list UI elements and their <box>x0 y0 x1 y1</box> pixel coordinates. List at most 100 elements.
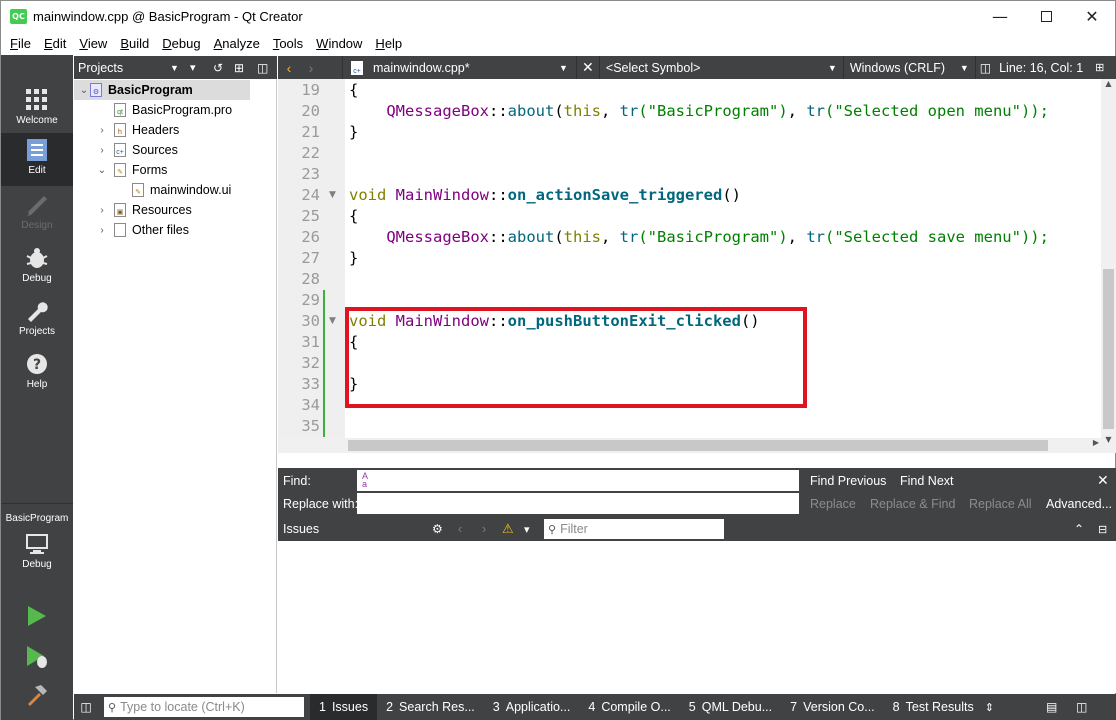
close-find-icon[interactable]: ✕ <box>1097 472 1109 489</box>
mode-welcome[interactable]: Welcome <box>1 83 73 136</box>
menu-analyze[interactable]: Analyze <box>208 36 267 51</box>
expanded-arrow-icon[interactable]: ⌄ <box>78 85 90 96</box>
forward-arrow-icon[interactable]: › <box>300 60 322 76</box>
menu-file[interactable]: File <box>4 36 38 51</box>
scroll-down-icon[interactable]: ▼ <box>1101 435 1116 447</box>
output-tab-version-control[interactable]: 7 Version Co... <box>781 694 884 720</box>
line-number: 27 <box>301 249 320 267</box>
link-icon[interactable]: ↺ <box>213 61 223 75</box>
chevron-down-icon[interactable]: ▼ <box>559 63 568 73</box>
tree-item-root[interactable]: ⌄ ⚙ BasicProgram <box>78 80 193 100</box>
maximize-button[interactable] <box>1023 1 1069 32</box>
mode-debug[interactable]: Debug <box>1 241 73 294</box>
mode-design[interactable]: Design <box>1 188 73 241</box>
case-sensitive-icon[interactable]: Aa <box>362 472 368 489</box>
horizontal-scroll-thumb[interactable] <box>348 440 1048 451</box>
tree-item-forms[interactable]: ⌄ ✎ Forms <box>96 160 167 180</box>
output-tab-issues[interactable]: 1 Issues <box>310 694 378 720</box>
menu-window[interactable]: Window <box>310 36 369 51</box>
run-button[interactable] <box>1 599 73 639</box>
split-icon[interactable]: ⊞ <box>1095 61 1104 74</box>
minimize-button[interactable]: — <box>977 1 1023 32</box>
close-pane-icon[interactable]: ◫ <box>257 61 268 75</box>
chevron-down-icon[interactable]: ▼ <box>170 63 179 73</box>
fold-marker-icon[interactable]: ▼ <box>329 185 336 206</box>
menu-edit[interactable]: Edit <box>38 36 73 51</box>
output-tab-qml-debugger[interactable]: 5 QML Debu... <box>680 694 781 720</box>
tree-item-resources[interactable]: › ▣ Resources <box>96 200 192 220</box>
tree-item-pro-file[interactable]: qt BasicProgram.pro <box>114 100 232 120</box>
warning-icon[interactable]: ⚠ <box>502 521 514 537</box>
next-item-icon[interactable]: › <box>482 522 486 536</box>
tree-item-sources-label: Sources <box>132 143 178 157</box>
close-pane-icon[interactable]: ⊟ <box>1098 523 1107 536</box>
debug-run-button[interactable] <box>1 639 73 679</box>
symbol-selector[interactable]: <Select Symbol> <box>606 61 828 75</box>
previous-item-icon[interactable]: ‹ <box>458 522 462 536</box>
code-editor[interactable]: 19 20 21 22 23 24 25 26 27 28 29 30 31 3… <box>278 79 1116 453</box>
vertical-scrollbar[interactable]: ▲ ▼ <box>1101 79 1116 453</box>
replace-and-find-button[interactable]: Replace & Find <box>870 497 955 511</box>
locator-input[interactable]: ⚲ Type to locate (Ctrl+K) <box>104 697 304 717</box>
build-button[interactable] <box>1 677 73 717</box>
find-input[interactable]: Aa <box>357 470 799 491</box>
chevron-down-icon[interactable]: ▼ <box>960 63 969 73</box>
collapsed-arrow-icon[interactable]: › <box>96 145 108 156</box>
menu-help[interactable]: Help <box>369 36 409 51</box>
split-editor-icon[interactable]: ◫ <box>980 61 991 75</box>
close-document-icon[interactable]: ✕ <box>577 59 599 76</box>
replace-input[interactable] <box>357 493 799 514</box>
issues-filter-input[interactable]: ⚲ Filter <box>544 519 724 539</box>
cursor-position[interactable]: Line: 16, Col: 1 <box>999 61 1095 75</box>
vertical-scroll-thumb[interactable] <box>1103 269 1114 429</box>
back-arrow-icon[interactable]: ‹ <box>278 60 300 76</box>
scroll-up-icon[interactable]: ▲ <box>1101 79 1116 91</box>
kit-selector[interactable]: Debug <box>1 527 73 580</box>
mode-help[interactable]: ? Help <box>1 347 73 400</box>
advanced-find-button[interactable]: Advanced... <box>1046 497 1112 511</box>
code-line: QMessageBox::about(this, tr("BasicProgra… <box>386 102 1049 120</box>
tree-item-headers[interactable]: › h Headers <box>96 120 179 140</box>
filter-icon[interactable]: ▾ <box>190 61 196 74</box>
projects-view-selector[interactable]: Projects <box>78 61 123 75</box>
maximize-pane-icon[interactable]: ⌃ <box>1074 522 1084 536</box>
toggle-right-sidebar-icon[interactable]: ◫ <box>1076 700 1087 714</box>
run-icon <box>28 606 46 626</box>
filter-icon[interactable]: ▾ <box>524 523 530 536</box>
fold-marker-icon[interactable]: ▼ <box>329 311 336 332</box>
pro-file-icon: qt <box>114 103 126 117</box>
toggle-sidebar-icon[interactable]: ◫ <box>74 700 98 714</box>
tree-item-sources[interactable]: › c+ Sources <box>96 140 178 160</box>
menu-debug[interactable]: Debug <box>156 36 207 51</box>
menu-view[interactable]: View <box>73 36 114 51</box>
output-tab-application-output[interactable]: 3 Applicatio... <box>484 694 580 720</box>
tree-item-other-files[interactable]: › Other files <box>96 220 189 240</box>
menu-tools[interactable]: Tools <box>267 36 310 51</box>
collapsed-arrow-icon[interactable]: › <box>96 225 108 236</box>
find-previous-button[interactable]: Find Previous <box>810 474 886 488</box>
replace-button[interactable]: Replace <box>810 497 856 511</box>
expanded-arrow-icon[interactable]: ⌄ <box>96 165 108 176</box>
mode-projects[interactable]: Projects <box>1 294 73 347</box>
output-tab-test-results[interactable]: 8 Test Results <box>884 694 983 720</box>
close-window-button[interactable]: ✕ <box>1069 1 1115 32</box>
tree-item-ui-file[interactable]: ✎ mainwindow.ui <box>132 180 231 200</box>
split-icon[interactable]: ⊞ <box>234 61 244 75</box>
output-tab-compile-output[interactable]: 4 Compile O... <box>579 694 679 720</box>
line-endings-selector[interactable]: Windows (CRLF) <box>850 61 960 75</box>
more-tabs-icon[interactable]: ⇕ <box>985 701 994 714</box>
replace-all-button[interactable]: Replace All <box>969 497 1032 511</box>
chevron-down-icon[interactable]: ▼ <box>828 63 837 73</box>
collapsed-arrow-icon[interactable]: › <box>96 125 108 136</box>
clean-icon[interactable]: ⚙ <box>432 522 443 536</box>
mode-edit[interactable]: Edit <box>1 133 73 186</box>
horizontal-scrollbar[interactable]: ▶ <box>278 438 1101 453</box>
collapsed-arrow-icon[interactable]: › <box>96 205 108 216</box>
output-tab-search-results[interactable]: 2 Search Res... <box>377 694 484 720</box>
open-file-selector[interactable]: mainwindow.cpp* <box>373 61 559 75</box>
menu-build[interactable]: Build <box>114 36 156 51</box>
issues-list[interactable] <box>278 541 1116 693</box>
toggle-output-icon[interactable]: ▤ <box>1046 700 1057 714</box>
find-next-button[interactable]: Find Next <box>900 474 954 488</box>
scroll-right-icon[interactable]: ▶ <box>1093 438 1099 447</box>
